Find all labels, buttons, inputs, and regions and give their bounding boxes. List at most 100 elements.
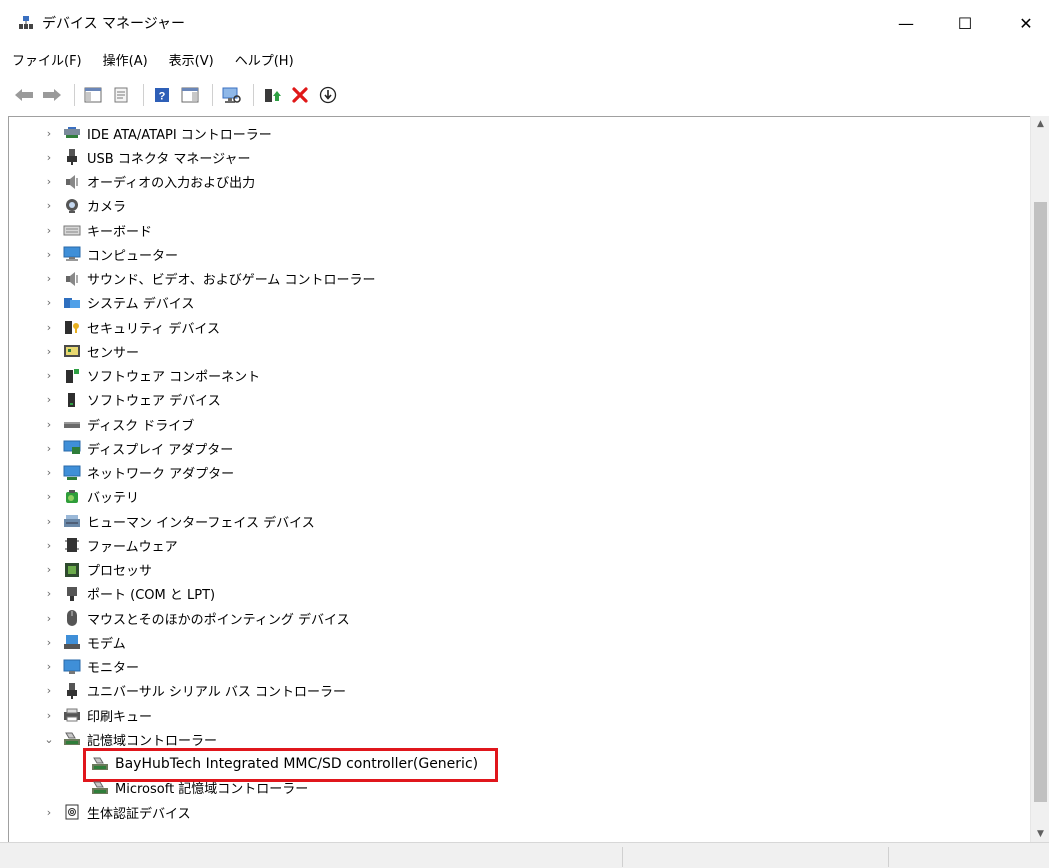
- chevron-right-icon[interactable]: ›: [43, 127, 55, 140]
- status-divider: [622, 847, 623, 867]
- device-category-item[interactable]: › システム デバイス: [43, 291, 195, 315]
- chevron-right-icon[interactable]: ›: [43, 345, 55, 358]
- menu-file[interactable]: ファイル(F): [0, 50, 91, 74]
- chevron-right-icon[interactable]: ›: [43, 199, 55, 212]
- device-category-item[interactable]: › 生体認証デバイス: [43, 800, 191, 824]
- device-category-item[interactable]: › サウンド、ビデオ、およびゲーム コントローラー: [43, 267, 375, 291]
- chevron-right-icon[interactable]: ›: [43, 248, 55, 261]
- device-category-item[interactable]: › ポート (COM と LPT): [43, 582, 215, 606]
- battery-icon: [63, 488, 81, 506]
- scroll-up-icon[interactable]: ▲: [1031, 116, 1049, 132]
- device-category-item[interactable]: › センサー: [43, 339, 139, 363]
- scan-hardware-icon[interactable]: [219, 83, 243, 107]
- device-tree[interactable]: › IDE ATA/ATAPI コントローラー › USB コネクタ マネージャー › オ…: [8, 116, 1049, 842]
- window-title: デバイス マネージャー: [42, 16, 186, 32]
- device-category-item[interactable]: › ヒューマン インターフェイス デバイス: [43, 509, 315, 533]
- tree-item-label: モニター: [87, 661, 140, 676]
- show-hide-console-tree-icon[interactable]: [81, 83, 105, 107]
- tree-item-label: ユニバーサル シリアル バス コントローラー: [87, 685, 347, 701]
- tree-item-label: サウンド、ビデオ、およびゲーム コントローラー: [87, 273, 376, 288]
- uninstall-device-icon[interactable]: [288, 83, 312, 107]
- device-category-item[interactable]: › モデム: [43, 630, 126, 654]
- forward-icon[interactable]: [40, 83, 64, 107]
- device-category-item[interactable]: › USB コネクタ マネージャー: [43, 145, 251, 169]
- chevron-right-icon[interactable]: ›: [43, 272, 55, 285]
- title-bar: デバイス マネージャー — ☐ ✕: [0, 0, 1049, 46]
- device-category-item[interactable]: › オーディオの入力および出力: [43, 170, 255, 194]
- disk-drive-icon: [63, 415, 81, 433]
- chevron-right-icon[interactable]: ›: [43, 418, 55, 431]
- processor-icon: [63, 561, 81, 579]
- properties-icon[interactable]: [109, 83, 133, 107]
- tree-item-label: USB コネクタ マネージャー: [87, 151, 251, 167]
- device-category-item[interactable]: › 印刷キュー: [43, 703, 152, 727]
- tree-item-label: セキュリティ デバイス: [87, 321, 220, 337]
- chevron-right-icon[interactable]: ›: [43, 369, 55, 382]
- chevron-right-icon[interactable]: ›: [43, 151, 55, 164]
- device-category-item[interactable]: › ソフトウェア コンポーネント: [43, 364, 260, 388]
- close-button[interactable]: ✕: [1003, 0, 1049, 46]
- chevron-right-icon[interactable]: ›: [43, 806, 55, 819]
- chevron-right-icon[interactable]: ›: [43, 393, 55, 406]
- usb-controller-icon: [63, 682, 81, 700]
- minimize-button[interactable]: —: [883, 0, 929, 46]
- device-tree-item[interactable]: Microsoft 記憶域コントローラー: [91, 776, 308, 800]
- chevron-right-icon[interactable]: ›: [43, 515, 55, 528]
- chevron-right-icon[interactable]: ›: [43, 296, 55, 309]
- chevron-right-icon[interactable]: ›: [43, 709, 55, 722]
- chevron-right-icon[interactable]: ›: [43, 175, 55, 188]
- chevron-right-icon[interactable]: ›: [43, 612, 55, 625]
- chevron-right-icon[interactable]: ›: [43, 587, 55, 600]
- chevron-down-icon[interactable]: ⌄: [43, 733, 55, 746]
- device-category-item[interactable]: › ユニバーサル シリアル バス コントローラー: [43, 679, 346, 703]
- menu-help[interactable]: ヘルプ(H): [223, 50, 303, 74]
- system-device-icon: [63, 294, 81, 312]
- chevron-right-icon[interactable]: ›: [43, 539, 55, 552]
- tree-item-label: IDE ATA/ATAPI コントローラー: [87, 127, 272, 143]
- tree-item-label: 印刷キュー: [87, 709, 153, 725]
- chevron-right-icon[interactable]: ›: [43, 321, 55, 334]
- status-bar: [0, 842, 1049, 868]
- scrollbar-thumb[interactable]: [1034, 202, 1047, 802]
- help-icon[interactable]: ?: [150, 83, 174, 107]
- device-category-item[interactable]: › ディスク ドライブ: [43, 412, 194, 436]
- device-category-item[interactable]: › ディスプレイ アダプター: [43, 436, 233, 460]
- vertical-scrollbar[interactable]: ▲ ▼: [1030, 116, 1049, 842]
- tree-item-label: プロセッサ: [87, 564, 153, 579]
- device-category-item[interactable]: › プロセッサ: [43, 558, 152, 582]
- toolbar-separator: [143, 84, 144, 106]
- chevron-right-icon[interactable]: ›: [43, 490, 55, 503]
- network-adapter-icon: [63, 464, 81, 482]
- device-category-item[interactable]: › ソフトウェア デバイス: [43, 388, 221, 412]
- back-icon[interactable]: [12, 83, 36, 107]
- device-category-item[interactable]: ⌄ 記憶域コントローラー: [43, 727, 217, 751]
- chevron-right-icon[interactable]: ›: [43, 442, 55, 455]
- chevron-right-icon[interactable]: ›: [43, 660, 55, 673]
- device-category-item[interactable]: › バッテリ: [43, 485, 139, 509]
- maximize-button[interactable]: ☐: [942, 0, 988, 46]
- chevron-right-icon[interactable]: ›: [43, 466, 55, 479]
- menu-view[interactable]: 表示(V): [157, 50, 223, 74]
- action-pane-icon[interactable]: [178, 83, 202, 107]
- device-category-item[interactable]: › セキュリティ デバイス: [43, 315, 220, 339]
- disable-device-icon[interactable]: [316, 83, 340, 107]
- menu-action[interactable]: 操作(A): [91, 50, 157, 74]
- device-category-item[interactable]: › マウスとそのほかのポインティング デバイス: [43, 606, 350, 630]
- chevron-right-icon[interactable]: ›: [43, 684, 55, 697]
- device-category-item[interactable]: › コンピューター: [43, 242, 178, 266]
- device-category-item[interactable]: › モニター: [43, 655, 139, 679]
- chevron-right-icon[interactable]: ›: [43, 224, 55, 237]
- device-category-item[interactable]: › IDE ATA/ATAPI コントローラー: [43, 121, 272, 145]
- device-tree-item[interactable]: BayHubTech Integrated MMC/SD controller(…: [91, 752, 478, 776]
- scroll-down-icon[interactable]: ▼: [1031, 826, 1049, 842]
- tree-item-label: システム デバイス: [87, 297, 195, 313]
- tree-item-label: 生体認証デバイス: [87, 806, 191, 822]
- chevron-right-icon[interactable]: ›: [43, 636, 55, 649]
- chevron-right-icon[interactable]: ›: [43, 563, 55, 576]
- device-category-item[interactable]: › キーボード: [43, 218, 152, 242]
- device-category-item[interactable]: › カメラ: [43, 194, 126, 218]
- device-category-item[interactable]: › ファームウェア: [43, 533, 178, 557]
- tree-item-label: ネットワーク アダプター: [87, 467, 235, 482]
- update-driver-icon[interactable]: [260, 83, 284, 107]
- device-category-item[interactable]: › ネットワーク アダプター: [43, 461, 234, 485]
